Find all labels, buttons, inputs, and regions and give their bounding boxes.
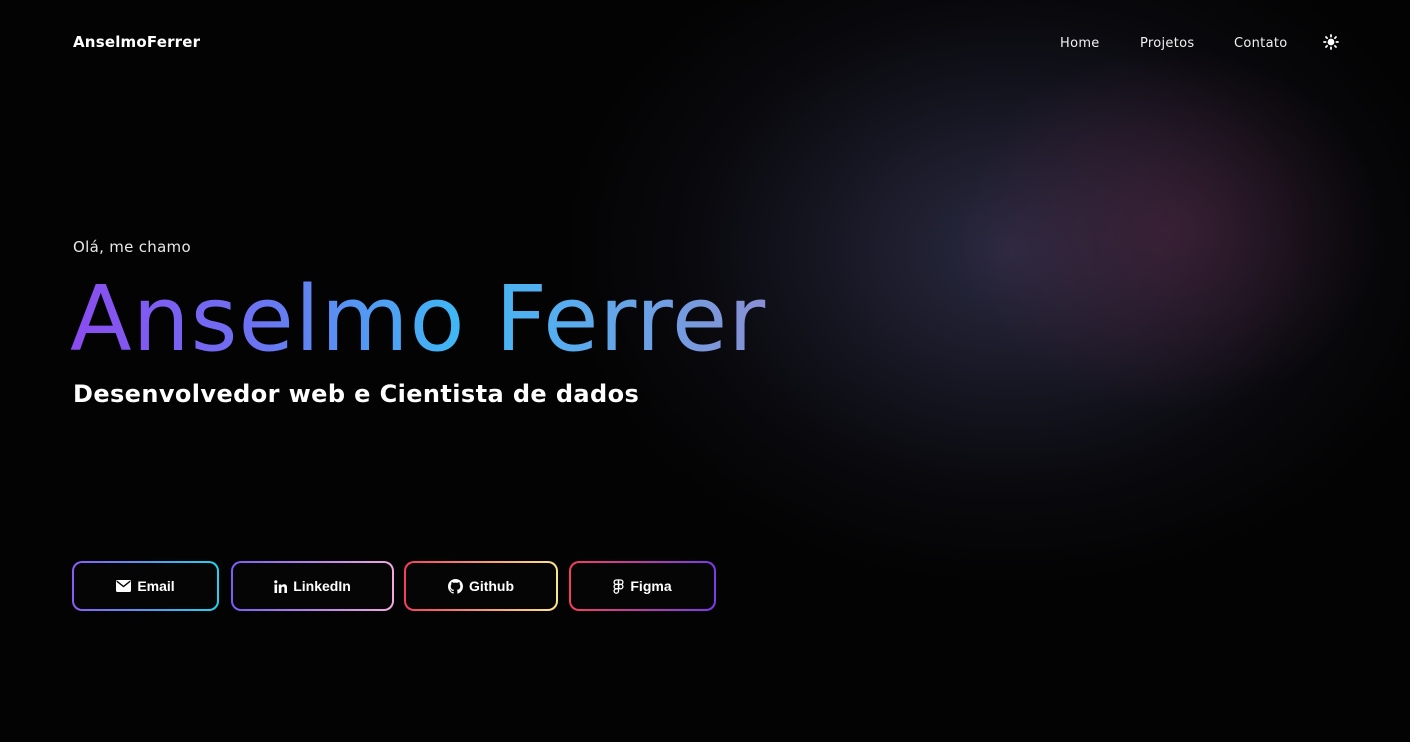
nav-home-link[interactable]: Home: [1060, 36, 1100, 51]
figma-button[interactable]: Figma: [569, 561, 716, 611]
email-button[interactable]: Email: [72, 561, 219, 611]
linkedin-button[interactable]: LinkedIn: [231, 561, 394, 611]
theme-toggle-button[interactable]: [1323, 34, 1339, 50]
hero-name: Anselmo Ferrer: [70, 267, 767, 372]
nav-projects-link[interactable]: Projetos: [1140, 36, 1194, 51]
hero-greeting: Olá, me chamo: [73, 238, 191, 256]
envelope-icon: [116, 580, 132, 592]
linkedin-button-label: LinkedIn: [293, 578, 351, 594]
figma-icon: [613, 578, 624, 594]
top-navbar: AnselmoFerrer Home Projetos Contato: [0, 0, 1410, 86]
github-button-label: Github: [468, 578, 515, 594]
github-icon: [447, 578, 463, 594]
figma-button-label: Figma: [630, 578, 672, 594]
linkedin-icon: [274, 579, 288, 593]
nav-contact-link[interactable]: Contato: [1234, 36, 1287, 51]
brand-logo[interactable]: AnselmoFerrer: [73, 33, 200, 51]
hero-subtitle: Desenvolvedor web e Cientista de dados: [73, 380, 640, 408]
sun-icon: [1323, 34, 1339, 50]
github-button[interactable]: Github: [404, 561, 558, 611]
email-button-label: Email: [137, 578, 175, 594]
